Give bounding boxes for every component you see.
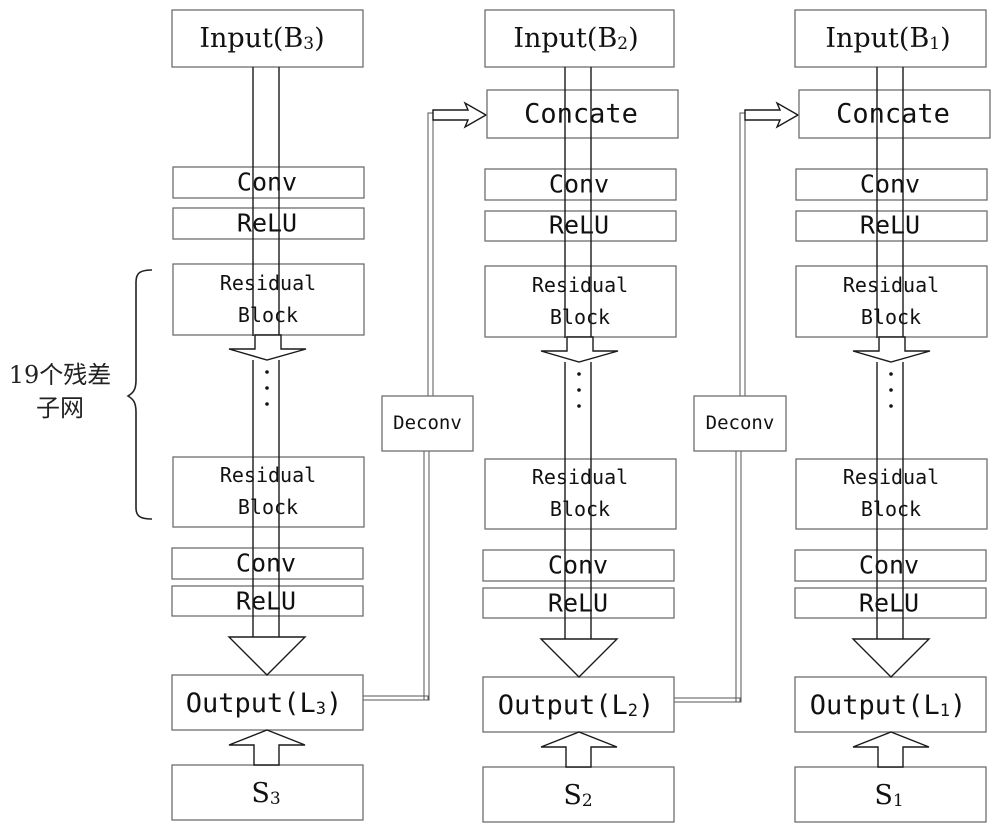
deconv-label: Deconv xyxy=(393,412,462,434)
conv-label: Conv xyxy=(548,551,608,580)
arrow-down-icon xyxy=(852,336,931,363)
ellipsis-dots xyxy=(889,372,893,408)
relu-label: ReLU xyxy=(860,211,920,240)
branch-column-1: Input(B1) Concate Conv ReLU Residual Blo… xyxy=(794,9,991,823)
conv-label: Conv xyxy=(236,549,296,578)
pipe-segment xyxy=(673,697,741,703)
residual-label-line2: Block xyxy=(550,497,610,521)
arrow-down-icon xyxy=(228,334,307,361)
arrow-down-icon xyxy=(851,638,931,678)
residual-label-line2: Block xyxy=(861,497,921,521)
pipe-segment xyxy=(735,450,742,703)
residual-label-line1: Residual xyxy=(532,465,628,489)
arrow-right-icon xyxy=(432,101,488,129)
ellipsis-dots xyxy=(577,372,581,408)
relu-label: ReLU xyxy=(549,211,609,240)
residual-label-line2: Block xyxy=(238,303,298,327)
pipe-segment xyxy=(423,450,430,701)
pipe-segment xyxy=(361,695,429,701)
residual-label-line2: Block xyxy=(550,305,610,329)
deconv-block-1: Deconv xyxy=(381,395,474,452)
arrow-up-icon xyxy=(852,731,930,768)
conv-label: Conv xyxy=(237,168,297,197)
residual-count-annotation: 19个残差 子网 xyxy=(9,269,153,520)
residual-label-line1: Residual xyxy=(843,465,939,489)
relu-label: ReLU xyxy=(548,589,608,618)
arrow-up-icon xyxy=(540,731,618,768)
relu-label: ReLU xyxy=(859,589,919,618)
deconv-label: Deconv xyxy=(706,412,775,434)
annotation-line-1: 19个残差 xyxy=(9,361,112,389)
residual-label-line1: Residual xyxy=(532,273,628,297)
pipe-segment xyxy=(739,112,746,397)
residual-label-line2: Block xyxy=(861,305,921,329)
pipe-segment xyxy=(427,112,434,397)
branch-column-3: Input(B3) Conv ReLU Residual Block Resid… xyxy=(171,9,365,821)
arrow-down-icon xyxy=(227,636,307,676)
relu-label: ReLU xyxy=(236,587,296,616)
residual-label-line1: Residual xyxy=(843,273,939,297)
concat-label: Concate xyxy=(836,99,950,130)
ellipsis-dots xyxy=(265,370,269,406)
annotation-line-2: 子网 xyxy=(36,394,84,422)
branch-column-2: Input(B2) Concate Conv ReLU Residual Blo… xyxy=(482,9,679,823)
arrow-right-icon xyxy=(744,101,800,129)
residual-label-line2: Block xyxy=(238,495,298,519)
residual-label-line1: Residual xyxy=(220,463,316,487)
deconv-block-2: Deconv xyxy=(693,395,787,452)
concat-label: Concate xyxy=(524,99,638,130)
conv-label: Conv xyxy=(860,170,920,199)
network-diagram: 19个残差 子网 Deconv Deconv Input(B3) Conv Re… xyxy=(9,9,991,823)
relu-label: ReLU xyxy=(237,209,297,238)
conv-label: Conv xyxy=(549,170,609,199)
residual-label-line1: Residual xyxy=(220,271,316,295)
conv-label: Conv xyxy=(859,551,919,580)
arrow-down-icon xyxy=(539,638,619,678)
arrow-up-icon xyxy=(228,729,306,766)
arrow-down-icon xyxy=(540,336,619,363)
curly-brace-icon xyxy=(126,269,153,520)
